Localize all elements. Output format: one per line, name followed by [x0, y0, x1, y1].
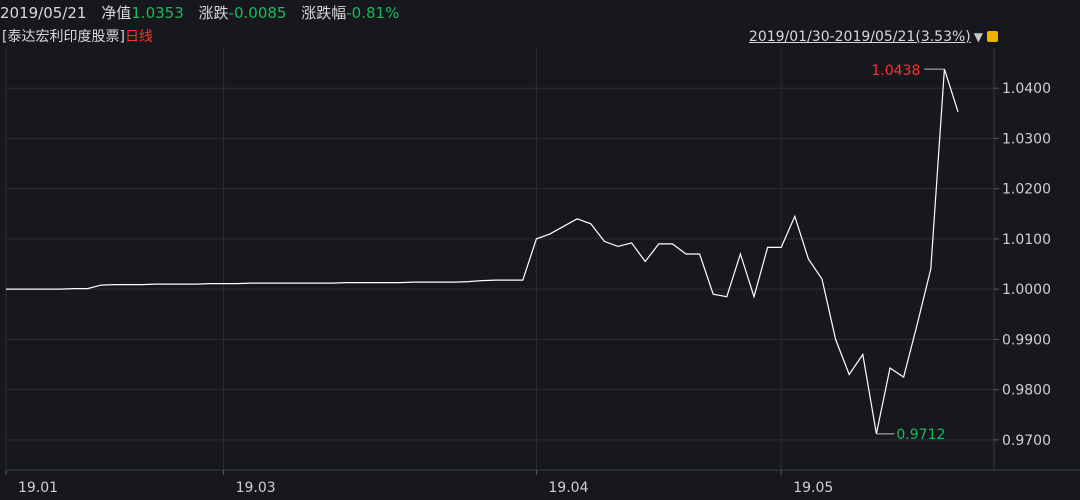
series-layer	[6, 68, 959, 434]
x-axis: 19.01 19.03 19.04 19.05	[5, 470, 833, 496]
min-value-label: 0.9712	[896, 427, 945, 443]
y-tick-label: 1.0200	[1002, 182, 1051, 198]
y-tick-label: 1.0000	[1002, 282, 1051, 298]
y-tick-label: 1.0300	[1002, 131, 1051, 147]
annotations-layer: 1.0438 0.9712	[871, 63, 945, 443]
x-tick-label: 19.04	[548, 480, 588, 496]
x-tick-label: 19.01	[18, 480, 58, 496]
x-tick-label: 19.03	[236, 480, 276, 496]
y-tick-label: 0.9900	[1002, 332, 1051, 348]
y-tick-label: 0.9700	[1002, 433, 1051, 449]
x-tick-label: 19.05	[793, 480, 833, 496]
nav-series-line	[6, 68, 959, 434]
y-tick-label: 1.0400	[1002, 81, 1051, 97]
nav-line-chart: 19.01 19.03 19.04 19.05 1.04001.03001.02001…	[5, 48, 1080, 496]
max-value-label: 1.0438	[871, 63, 920, 79]
y-axis: 1.0400 1.0300 1.0200 1.0100 1.0000 0.9900 0.98…	[994, 81, 1051, 449]
y-tick-label: 0.9800	[1002, 383, 1051, 399]
y-tick-label: 1.0100	[1002, 232, 1051, 248]
grid-lines	[5, 48, 1080, 471]
